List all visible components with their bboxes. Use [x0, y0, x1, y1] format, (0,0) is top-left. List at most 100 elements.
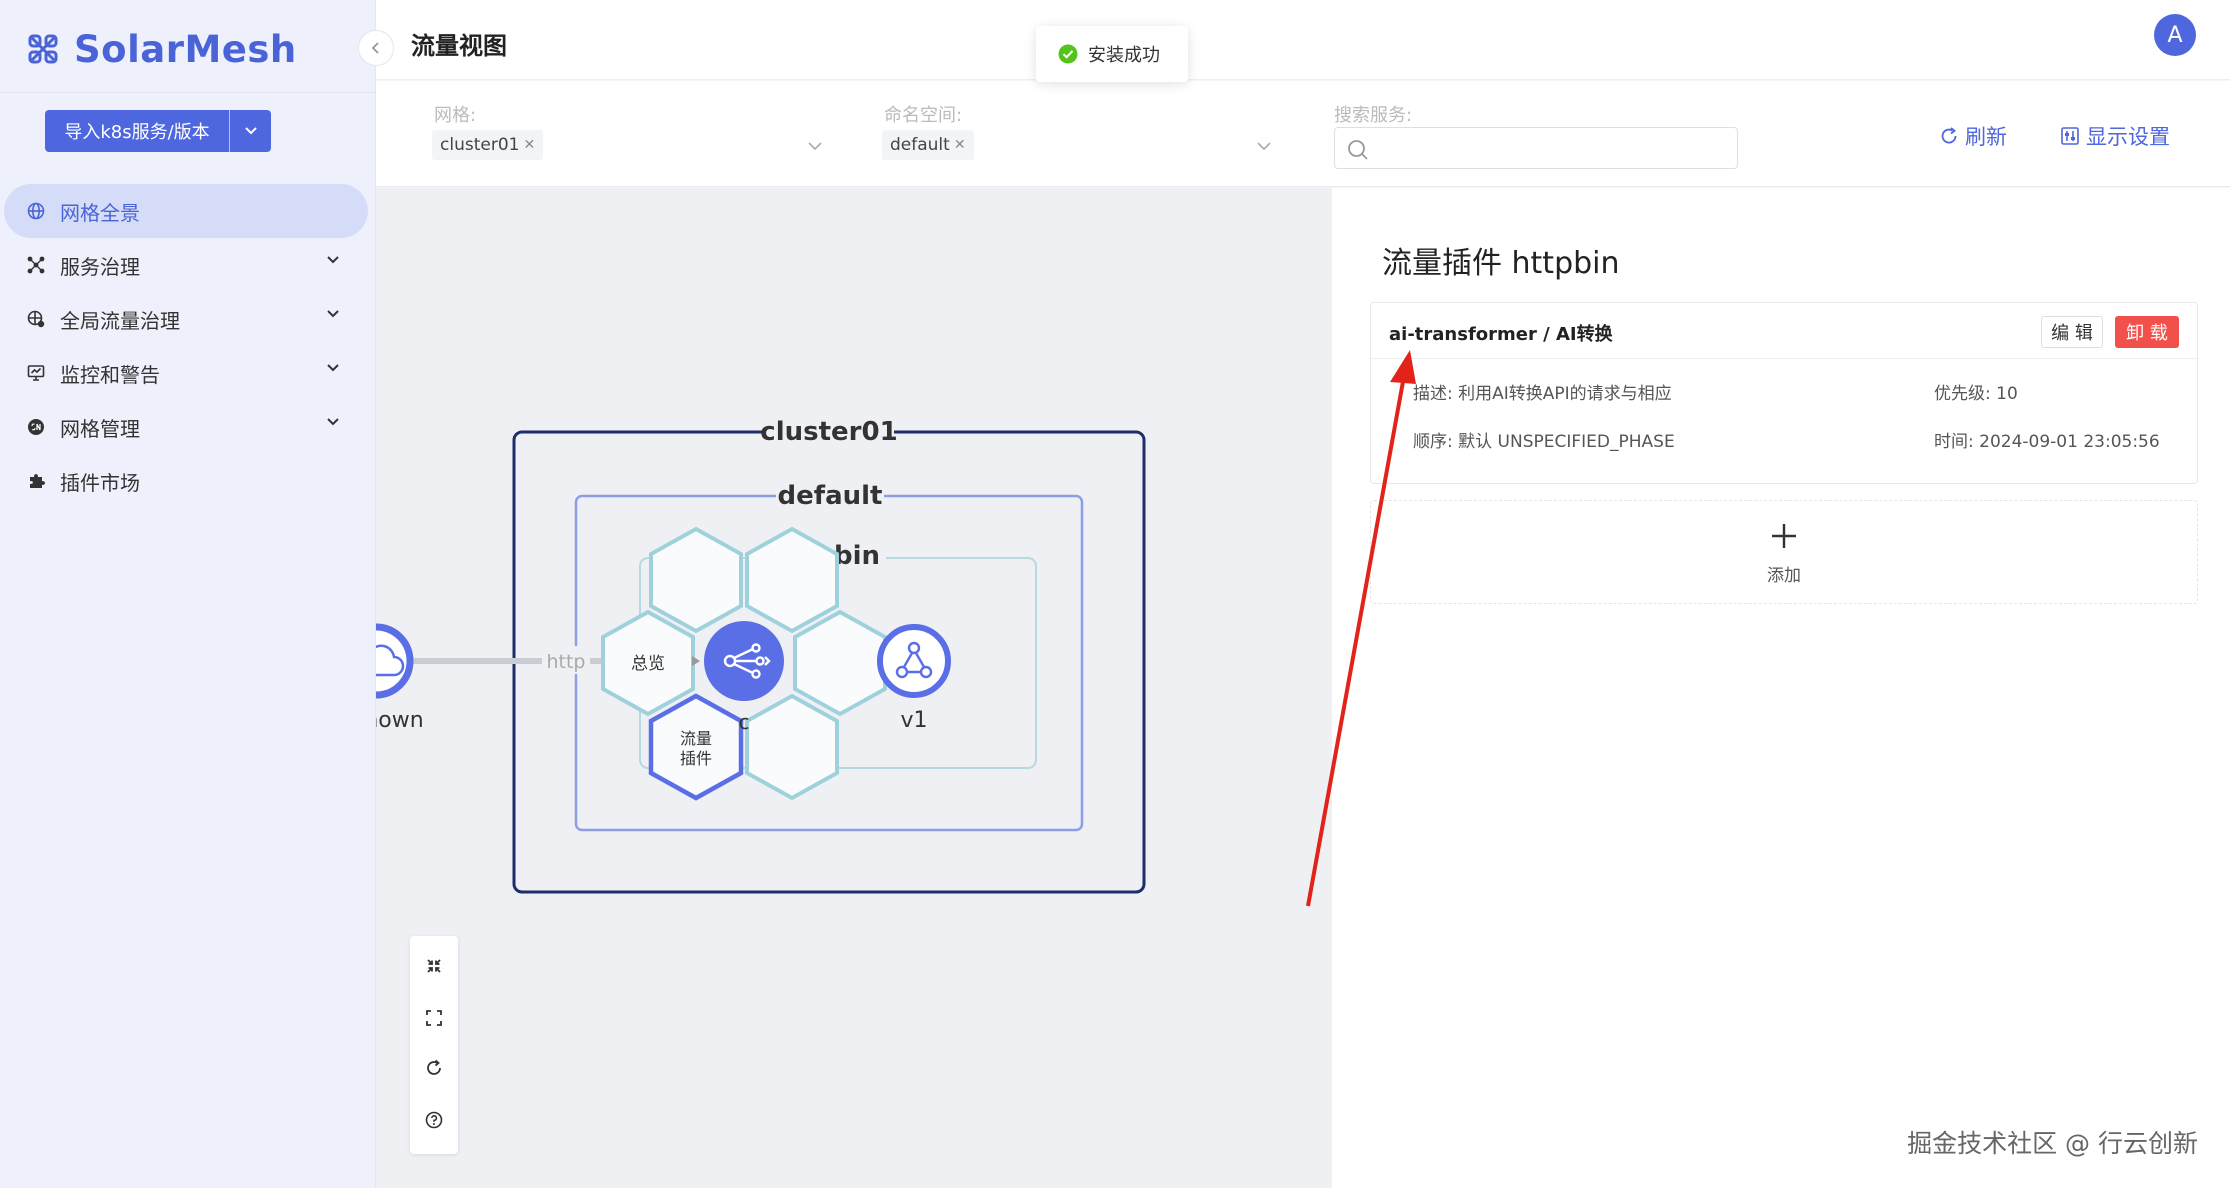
sidebar-item-label: 网格管理: [60, 416, 140, 441]
display-settings-button[interactable]: 显示设置: [2060, 121, 2170, 151]
namespace-filter-label: 命名空间:: [884, 105, 963, 126]
namespace-tag: default ✕: [882, 130, 974, 160]
collapse-view-button[interactable]: [422, 954, 446, 978]
hex-empty[interactable]: [745, 693, 839, 801]
close-icon[interactable]: ✕: [954, 137, 966, 153]
chevron-down-icon: [327, 364, 339, 372]
traffic-graph: cluster01 default bin http nown 总览 流量 插件: [376, 410, 1146, 894]
app-name: SolarMesh: [74, 27, 297, 71]
sidebar-item-label: 网格全景: [60, 200, 140, 225]
cluster-label: cluster01: [760, 417, 897, 447]
plugin-order: 顺序: 默认 UNSPECIFIED_PHASE: [1413, 432, 1675, 452]
top-bar: 流量视图 A: [376, 0, 2230, 80]
watermark: 掘金技术社区 @ 行云创新: [1907, 1129, 2198, 1158]
chevron-down-icon: [1257, 142, 1271, 151]
mesh-tag-label: cluster01: [440, 135, 520, 155]
chevron-down-icon: [808, 142, 822, 151]
plugin-card: ai-transformer / AI转换 编 辑 卸 载 描述: 利用AI转换…: [1370, 302, 2198, 484]
search-filter-label: 搜索服务:: [1334, 105, 1413, 126]
reset-view-button[interactable]: [422, 1056, 446, 1080]
plugin-priority: 优先级: 10: [1934, 384, 2018, 404]
mesh-filter-label: 网格:: [434, 105, 477, 126]
refresh-icon: [1941, 127, 1957, 144]
success-toast: 安装成功: [1036, 26, 1188, 82]
logo-divider: [0, 92, 376, 93]
add-plugin-label: 添加: [1767, 566, 1801, 586]
version-label: v1: [900, 708, 927, 733]
add-plugin-button[interactable]: 添加: [1370, 500, 2198, 604]
toast-text: 安装成功: [1088, 45, 1160, 66]
sidebar-item-service-governance[interactable]: 服务治理: [0, 238, 376, 292]
refresh-button[interactable]: 刷新: [1939, 121, 2007, 151]
hex-plugin-label-line1: 流量: [680, 729, 712, 748]
plugin-card-header: ai-transformer / AI转换 编 辑 卸 载: [1371, 303, 2197, 359]
app-logo[interactable]: SolarMesh: [26, 24, 297, 74]
uninstall-button[interactable]: 卸 载: [2115, 316, 2179, 348]
filter-bar: 网格: cluster01 ✕ 命名空间: default ✕ 搜索服务: 刷新…: [376, 81, 2230, 187]
import-k8s-label: 导入k8s服务/版本: [64, 122, 210, 143]
sidebar-item-label: 插件市场: [60, 470, 140, 495]
refresh-label: 刷新: [1965, 125, 2007, 149]
plus-icon: [1772, 524, 1796, 548]
version-node-v1[interactable]: [877, 624, 951, 698]
hex-empty[interactable]: [649, 526, 743, 634]
hex-empty[interactable]: [745, 526, 839, 634]
unknown-source-label: nown: [376, 708, 424, 733]
unknown-source-node[interactable]: [376, 623, 414, 699]
traffic-graph-canvas[interactable]: cluster01 default bin http nown 总览 流量 插件: [376, 188, 1332, 1188]
chevron-down-icon: [244, 127, 257, 135]
hex-empty[interactable]: [793, 609, 887, 717]
sidebar-menu: 网格全景 服务治理 全局流量治理 监控和警告 网格管理 插件市场: [0, 184, 376, 508]
cluster-icon: [26, 255, 46, 275]
namespace-select[interactable]: default ✕: [882, 127, 1282, 163]
fit-view-button[interactable]: [422, 1006, 446, 1030]
service-label: bin: [834, 541, 880, 571]
plugin-time: 时间: 2024-09-01 23:05:56: [1934, 432, 2160, 452]
sidebar-collapse-button[interactable]: [358, 30, 394, 66]
plugin-description: 描述: 利用AI转换API的请求与相应: [1413, 384, 1672, 404]
globe-icon: [26, 201, 46, 221]
import-dropdown-toggle[interactable]: [229, 110, 271, 152]
monitor-icon: [26, 363, 46, 383]
settings-sliders-icon: [2061, 127, 2079, 145]
edge-label: http: [546, 651, 585, 673]
page-title: 流量视图: [411, 32, 507, 60]
reset-icon: [427, 1059, 441, 1075]
import-k8s-button[interactable]: 导入k8s服务/版本: [45, 110, 271, 152]
sidebar-item-plugin-market[interactable]: 插件市场: [0, 454, 376, 508]
search-input[interactable]: [1334, 127, 1738, 169]
sidebar-item-label: 服务治理: [60, 254, 140, 279]
fullscreen-icon: [426, 1010, 442, 1026]
plugin-panel: 流量插件 httpbin ai-transformer / AI转换 编 辑 卸…: [1332, 188, 2230, 1188]
sidebar-item-global-traffic[interactable]: 全局流量治理: [0, 292, 376, 346]
solarmesh-logo-icon: [28, 34, 58, 64]
sidebar-item-label: 全局流量治理: [60, 308, 180, 333]
sidebar-item-monitoring[interactable]: 监控和警告: [0, 346, 376, 400]
chevron-down-icon: [327, 418, 339, 426]
sidebar-item-mesh-management[interactable]: 网格管理: [0, 400, 376, 454]
close-icon[interactable]: ✕: [523, 137, 535, 153]
hex-plugin-label-line2: 插件: [680, 749, 712, 768]
chevron-left-icon: [371, 42, 379, 54]
help-button[interactable]: [422, 1108, 446, 1132]
edit-button[interactable]: 编 辑: [2041, 316, 2103, 348]
mesh-select[interactable]: cluster01 ✕: [432, 127, 832, 163]
namespace-label: default: [778, 481, 883, 511]
mesh-tag: cluster01 ✕: [432, 130, 544, 160]
mesh-manage-icon: [26, 417, 46, 437]
avatar[interactable]: A: [2154, 14, 2196, 56]
check-circle-icon: [1058, 44, 1078, 64]
chevron-down-icon: [327, 310, 339, 318]
traffic-icon: [26, 309, 46, 329]
sidebar-item-label: 监控和警告: [60, 362, 160, 387]
panel-title: 流量插件 httpbin: [1382, 246, 1620, 281]
collapse-icon: [427, 959, 441, 973]
display-settings-label: 显示设置: [2086, 125, 2170, 149]
hex-overview-label: 总览: [631, 654, 665, 674]
chevron-down-icon: [327, 256, 339, 264]
sidebar: SolarMesh 导入k8s服务/版本 网格全景 服务治理 全局流量治理 监控…: [0, 0, 376, 1188]
sidebar-item-mesh-overview[interactable]: 网格全景: [4, 184, 368, 238]
graph-toolbar: [410, 936, 458, 1154]
service-node-label-fragment: c: [739, 710, 750, 734]
plugin-name: ai-transformer / AI转换: [1389, 324, 1613, 345]
